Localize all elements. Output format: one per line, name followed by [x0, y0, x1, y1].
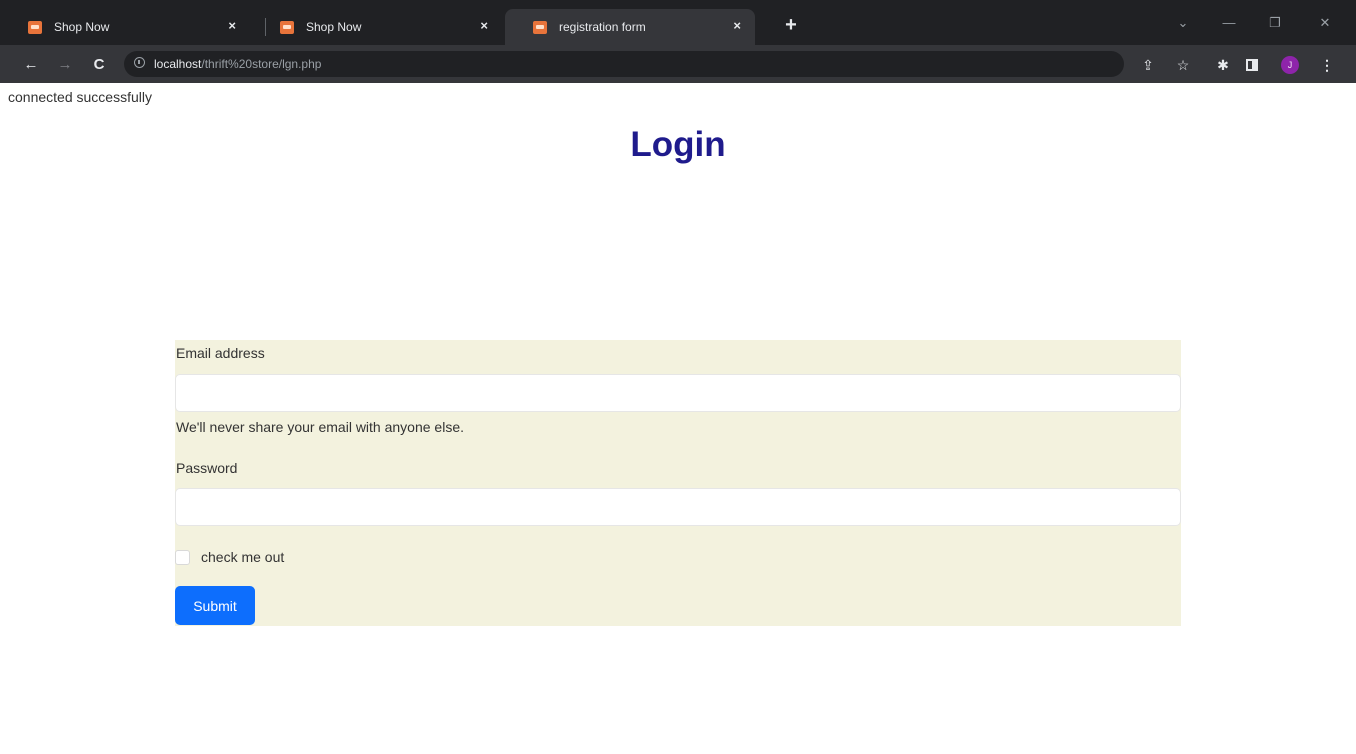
tab-close-icon[interactable]: × [228, 18, 236, 33]
tab-registration-form[interactable]: registration form × [505, 9, 755, 45]
reload-icon[interactable]: C [88, 54, 110, 76]
side-panel-icon[interactable] [1246, 59, 1258, 71]
email-help-text: We'll never share your email with anyone… [176, 419, 464, 435]
email-label: Email address [176, 345, 265, 361]
shop-favicon-icon [28, 21, 42, 34]
login-form: Email address We'll never share your ema… [175, 340, 1181, 626]
tab-title: registration form [559, 20, 646, 34]
submit-button[interactable]: Submit [175, 586, 255, 625]
minimize-icon[interactable]: — [1216, 13, 1242, 33]
url-text[interactable]: localhost/thrift%20store/lgn.php [154, 57, 321, 71]
page-title: Login [630, 125, 726, 164]
url-path: /thrift%20store/lgn.php [201, 57, 322, 71]
check-me-out-checkbox[interactable] [175, 549, 190, 565]
browser-tab-strip: Shop Now × Shop Now × registration form … [0, 0, 1356, 45]
tab-close-icon[interactable]: × [480, 18, 488, 33]
check-me-out-label[interactable]: check me out [201, 549, 284, 565]
new-tab-button[interactable]: + [780, 14, 802, 36]
tab-shop-now-2[interactable]: Shop Now × [252, 9, 502, 45]
shop-favicon-icon [280, 21, 294, 34]
registration-favicon-icon [533, 21, 547, 34]
address-bar[interactable]: localhost/thrift%20store/lgn.php [124, 51, 1124, 77]
password-label: Password [176, 460, 238, 476]
tab-search-icon[interactable]: ⌄ [1170, 13, 1196, 33]
tab-title: Shop Now [306, 20, 362, 34]
email-input[interactable] [175, 374, 1181, 412]
url-host: localhost [154, 57, 202, 71]
check-me-out-row[interactable]: check me out [175, 547, 284, 567]
tab-title: Shop Now [54, 20, 110, 34]
close-window-icon[interactable]: ✕ [1312, 13, 1338, 33]
tab-shop-now-1[interactable]: Shop Now × [0, 9, 250, 45]
password-input[interactable] [175, 488, 1181, 526]
profile-avatar[interactable]: J [1281, 56, 1299, 74]
share-icon[interactable]: ⇪ [1137, 54, 1159, 76]
bookmark-star-icon[interactable]: ☆ [1172, 54, 1194, 76]
tab-close-icon[interactable]: × [733, 18, 741, 33]
back-arrow-icon[interactable]: ← [20, 54, 42, 76]
site-info-icon[interactable] [134, 57, 145, 68]
forward-arrow-icon[interactable]: → [54, 54, 76, 76]
restore-icon[interactable]: ❐ [1262, 13, 1288, 33]
connection-status-text: connected successfully [8, 89, 152, 105]
browser-toolbar: ← → C localhost/thrift%20store/lgn.php ⇪… [0, 45, 1356, 83]
more-menu-icon[interactable]: ⋮ [1316, 54, 1338, 76]
page-content: connected successfully Login Email addre… [0, 83, 1356, 754]
extensions-puzzle-icon[interactable]: ✱ [1212, 54, 1234, 76]
